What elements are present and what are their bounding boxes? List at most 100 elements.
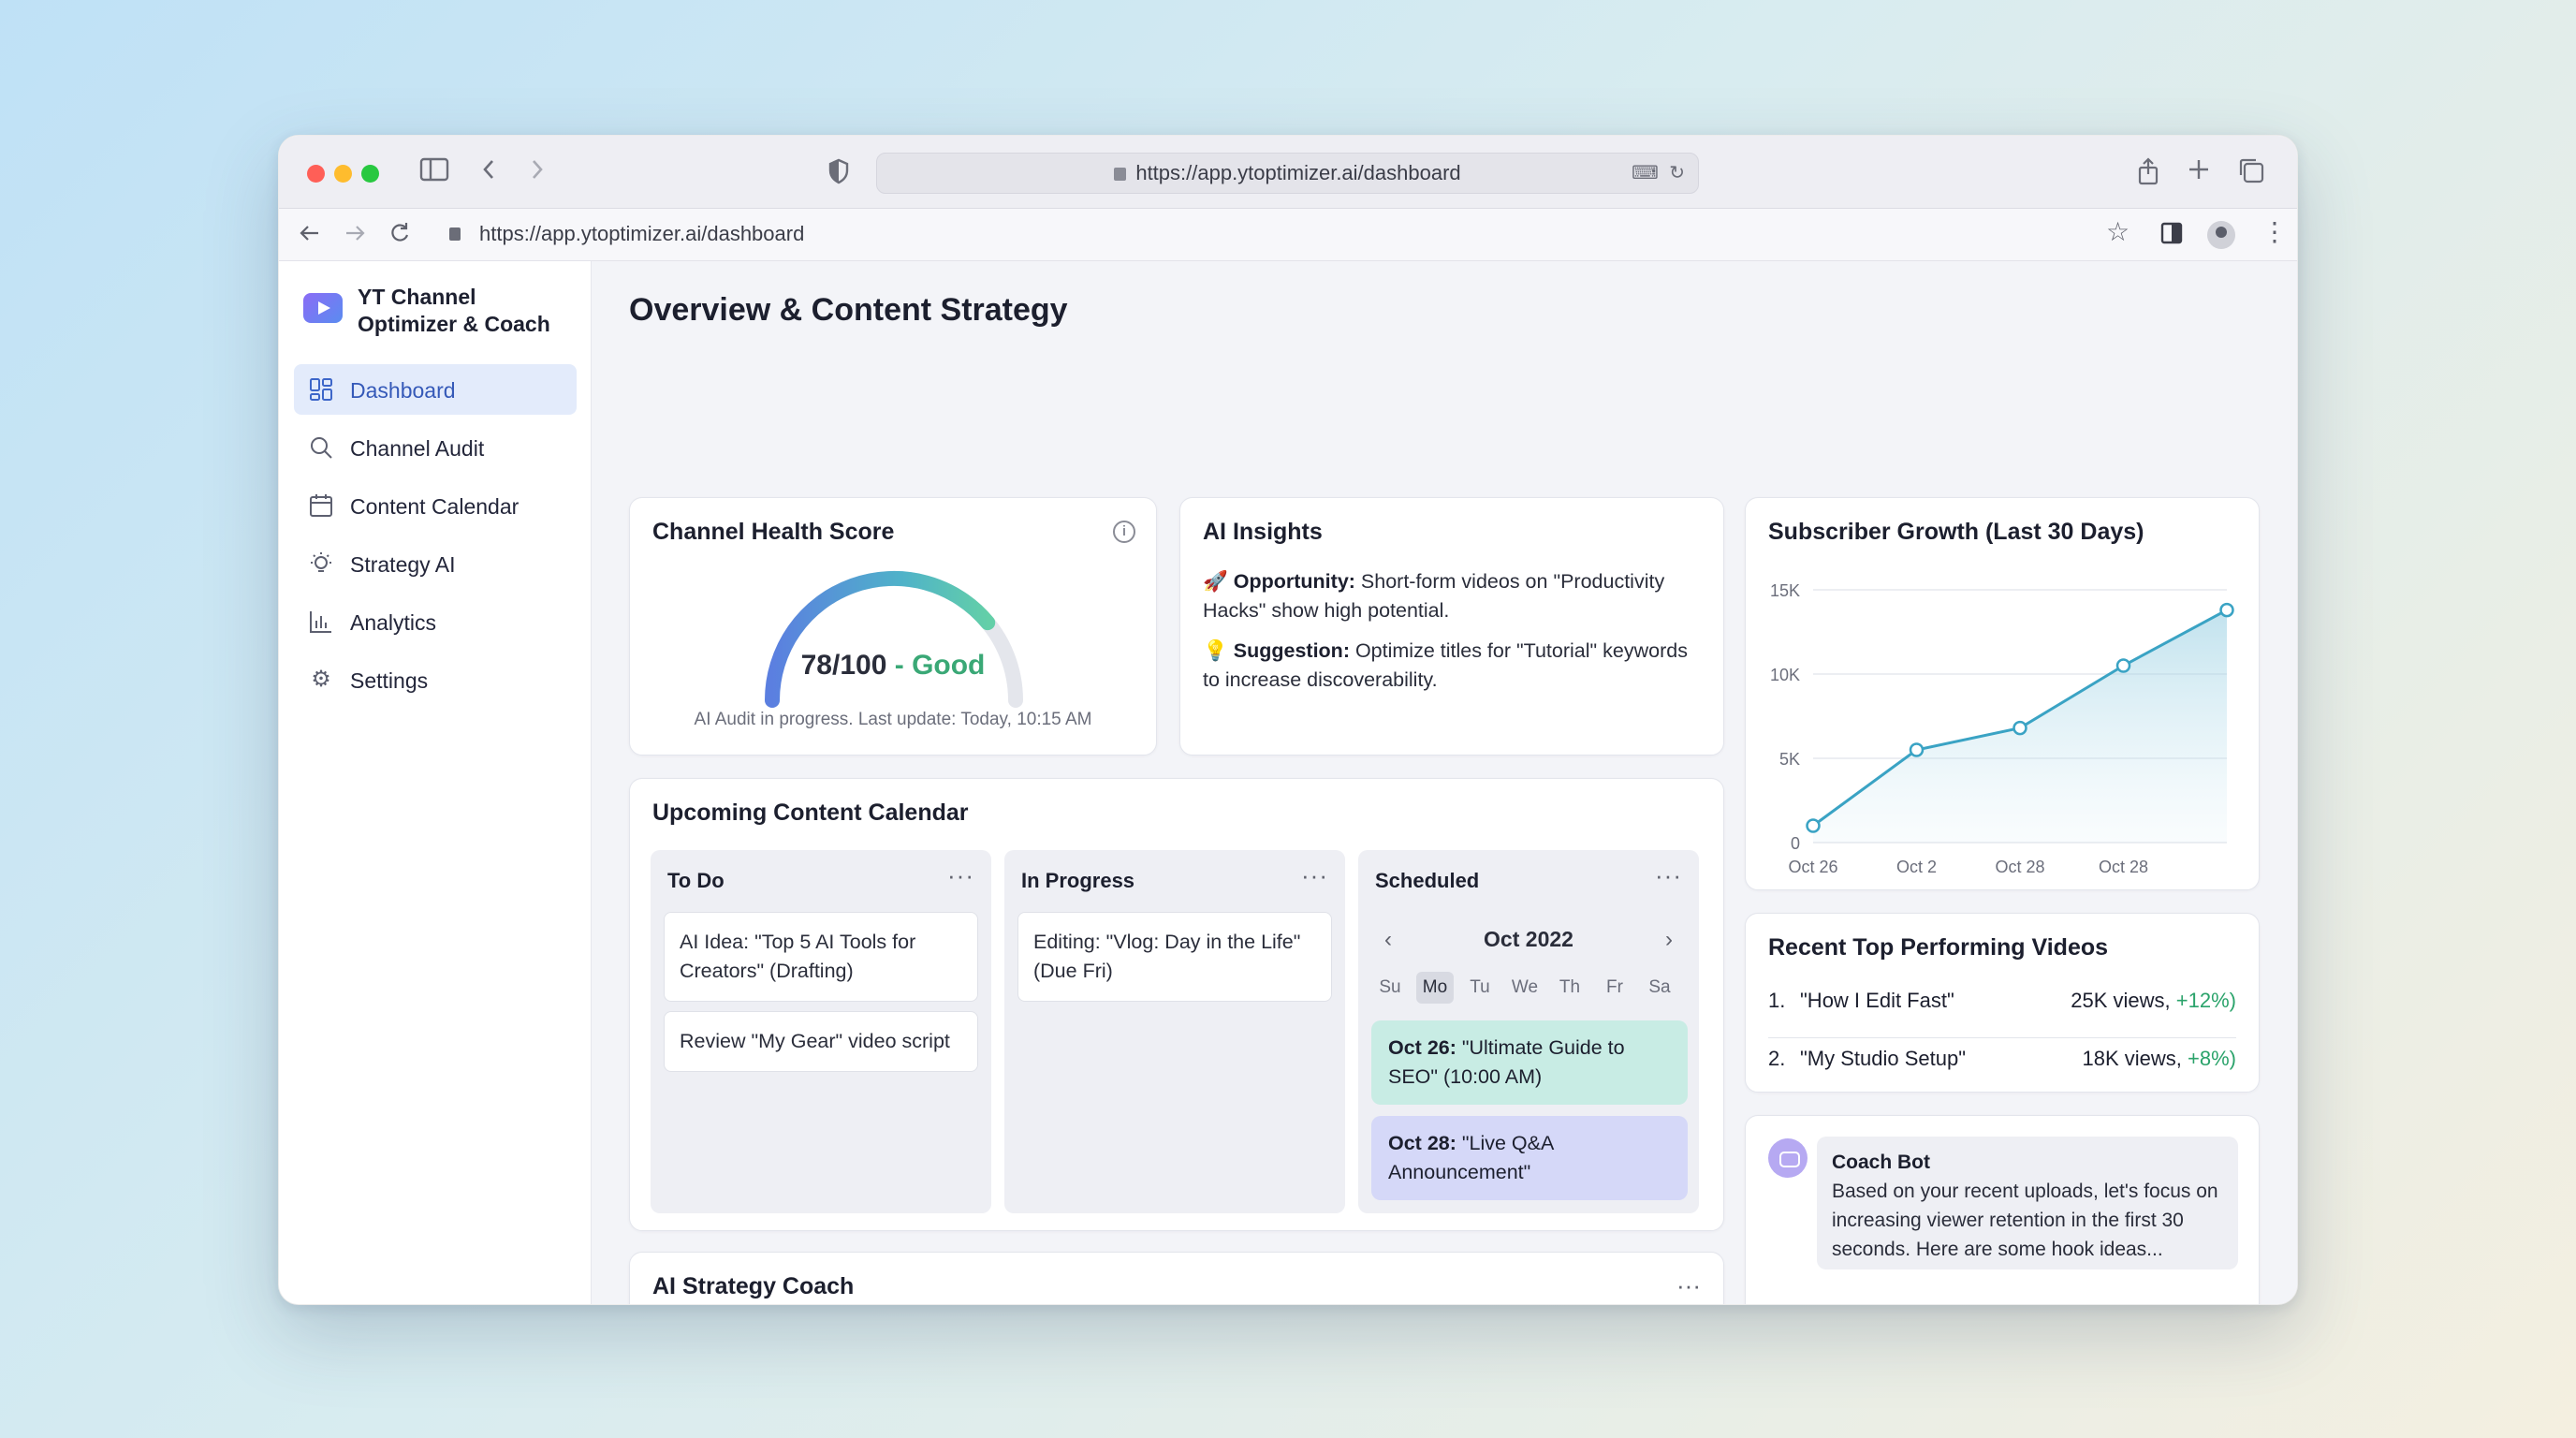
sidebar-item-settings[interactable]: ⚙ Settings [294, 654, 577, 705]
sidebar-item-dashboard[interactable]: Dashboard [294, 364, 577, 415]
more-options-icon[interactable]: ··· [947, 861, 974, 890]
scheduled-event[interactable]: Oct 26: "Ultimate Guide to SEO" (10:00 A… [1371, 1020, 1688, 1105]
top-videos-card: Recent Top Performing Videos 1. "How I E… [1745, 913, 2260, 1093]
reload-page-icon[interactable] [388, 219, 412, 252]
sidebar-item-label: Analytics [350, 610, 437, 635]
calendar-icon [309, 493, 333, 518]
address-bar-url: https://app.ytoptimizer.ai/dashboard [1135, 161, 1461, 184]
lightbulb-icon: 💡 [1203, 639, 1228, 662]
sidebar-item-strategy-ai[interactable]: Strategy AI [294, 538, 577, 589]
sidebar-item-content-calendar[interactable]: Content Calendar [294, 480, 577, 531]
x-tick-label: Oct 2 [1896, 858, 1937, 876]
video-stats: 25K views, +12%) [2071, 989, 2236, 1013]
audit-status-note: AI Audit in progress. Last update: Today… [694, 710, 1092, 729]
share-icon[interactable] [2136, 156, 2160, 192]
task-card[interactable]: AI Idea: "Top 5 AI Tools for Creators" (… [664, 912, 978, 1002]
secure-lock-icon [449, 227, 461, 241]
sidebar-nav: Dashboard Channel Audit Content Calendar… [294, 364, 577, 712]
weekday-label[interactable]: Tu [1461, 972, 1499, 1004]
toolbar-url[interactable]: https://app.ytoptimizer.ai/dashboard [479, 222, 804, 246]
content-calendar-card: Upcoming Content Calendar To Do ··· AI I… [629, 778, 1724, 1231]
insight-label: Opportunity: [1233, 570, 1355, 593]
ai-insights-card: AI Insights 🚀 Opportunity: Short-form vi… [1179, 497, 1724, 756]
lightbulb-icon [309, 551, 333, 576]
gauge-track [765, 571, 1023, 708]
coach-bot-card: Coach Bot Based on your recent uploads, … [1745, 1115, 2260, 1304]
translate-icon[interactable]: ⌨ [1632, 154, 1659, 193]
more-options-icon[interactable]: ··· [1676, 1271, 1701, 1300]
subscriber-growth-card: Subscriber Growth (Last 30 Days) 0 5K 10K 1… [1745, 497, 2260, 890]
new-tab-icon[interactable] [2187, 156, 2211, 188]
reload-icon[interactable]: ↻ [1669, 154, 1685, 193]
ai-strategy-coach-card: AI Strategy Coach ··· [629, 1252, 1724, 1304]
bot-message-bubble: Coach Bot Based on your recent uploads, … [1817, 1137, 2238, 1269]
weekday-label[interactable]: Th [1551, 972, 1588, 1004]
insight-label: Suggestion: [1233, 639, 1350, 662]
calendar-month: Oct 2022 [1484, 927, 1573, 951]
back-arrow-icon[interactable] [298, 219, 322, 252]
video-row[interactable]: 1. "How I Edit Fast" 25K views, +12%) [1768, 974, 2236, 1030]
more-menu-icon[interactable]: ⋮ [2261, 219, 2288, 245]
chevron-right-icon[interactable]: › [1665, 927, 1673, 953]
event-date: Oct 26: [1388, 1036, 1456, 1059]
y-tick-label: 15K [1770, 581, 1800, 600]
video-views: 18K views, [2082, 1047, 2188, 1070]
weekday-label[interactable]: Fr [1596, 972, 1633, 1004]
event-date: Oct 28: [1388, 1132, 1456, 1154]
video-rank: 1. [1768, 989, 1786, 1012]
maximize-window-button[interactable] [361, 165, 379, 183]
card-title: Recent Top Performing Videos [1768, 934, 2109, 961]
column-title: Scheduled [1375, 869, 1480, 892]
card-title: Subscriber Growth (Last 30 Days) [1768, 519, 2144, 545]
task-card[interactable]: Review "My Gear" video script [664, 1011, 978, 1072]
video-stats: 18K views, +8%) [2083, 1047, 2236, 1071]
lock-icon [1114, 168, 1127, 181]
bot-message: Based on your recent uploads, let's focu… [1832, 1181, 2218, 1260]
main-content: Overview & Content Strategy Channel Heal… [592, 261, 2297, 1304]
kanban-column-todo: To Do ··· AI Idea: "Top 5 AI Tools for C… [651, 850, 991, 1213]
sidebar-item-channel-audit[interactable]: Channel Audit [294, 422, 577, 473]
forward-arrow-icon[interactable] [343, 219, 367, 252]
weekday-label[interactable]: We [1506, 972, 1544, 1004]
info-icon[interactable]: i [1113, 521, 1135, 543]
sidebar-toggle-icon[interactable] [419, 156, 449, 188]
sidebar-item-analytics[interactable]: Analytics [294, 596, 577, 647]
sidebar-item-label: Settings [350, 668, 429, 693]
task-card[interactable]: Editing: "Vlog: Day in the Life" (Due Fr… [1017, 912, 1332, 1002]
forward-icon[interactable] [528, 156, 547, 188]
video-row[interactable]: 2. "My Studio Setup" 18K views, +8%) [1768, 1032, 2236, 1088]
score-separator: - [886, 650, 913, 681]
weekday-label[interactable]: Sa [1641, 972, 1678, 1004]
shield-icon[interactable] [827, 158, 850, 190]
address-bar[interactable]: https://app.ytoptimizer.ai/dashboard ⌨ ↻ [876, 153, 1699, 194]
scheduled-event[interactable]: Oct 28: "Live Q&A Announcement" [1371, 1116, 1688, 1200]
card-title: Upcoming Content Calendar [652, 800, 969, 826]
kanban-column-in-progress: In Progress ··· Editing: "Vlog: Day in t… [1004, 850, 1345, 1213]
back-icon[interactable] [479, 156, 498, 188]
card-title: Channel Health Score [652, 519, 895, 545]
column-title: In Progress [1021, 869, 1135, 892]
more-options-icon[interactable]: ··· [1655, 861, 1682, 890]
weekday-label-selected[interactable]: Mo [1416, 972, 1454, 1004]
data-point [1909, 742, 1925, 757]
score-rating: Good [912, 650, 986, 681]
tab-overview-icon[interactable] [2237, 156, 2265, 190]
profile-avatar[interactable] [2207, 221, 2235, 249]
bookmark-star-icon[interactable]: ☆ [2106, 219, 2130, 245]
video-views: 25K views, [2071, 989, 2176, 1012]
column-title: To Do [667, 869, 724, 892]
app-brand-name: YT Channel Optimizer & Coach [358, 285, 550, 336]
sidebar-item-label: Content Calendar [350, 494, 520, 519]
minimize-window-button[interactable] [334, 165, 352, 183]
video-change: +8%) [2188, 1047, 2236, 1070]
app-logo [303, 293, 343, 323]
reader-view-icon[interactable] [2160, 221, 2183, 250]
close-window-button[interactable] [307, 165, 325, 183]
data-point [2012, 720, 2027, 736]
health-score: 78/100 - Good [630, 650, 1156, 682]
sidebar-item-label: Strategy AI [350, 552, 456, 577]
more-options-icon[interactable]: ··· [1301, 861, 1328, 890]
browser-window: https://app.ytoptimizer.ai/dashboard ⌨ ↻… [278, 135, 2298, 1305]
rocket-icon: 🚀 [1203, 570, 1228, 593]
weekday-label[interactable]: Su [1371, 972, 1409, 1004]
